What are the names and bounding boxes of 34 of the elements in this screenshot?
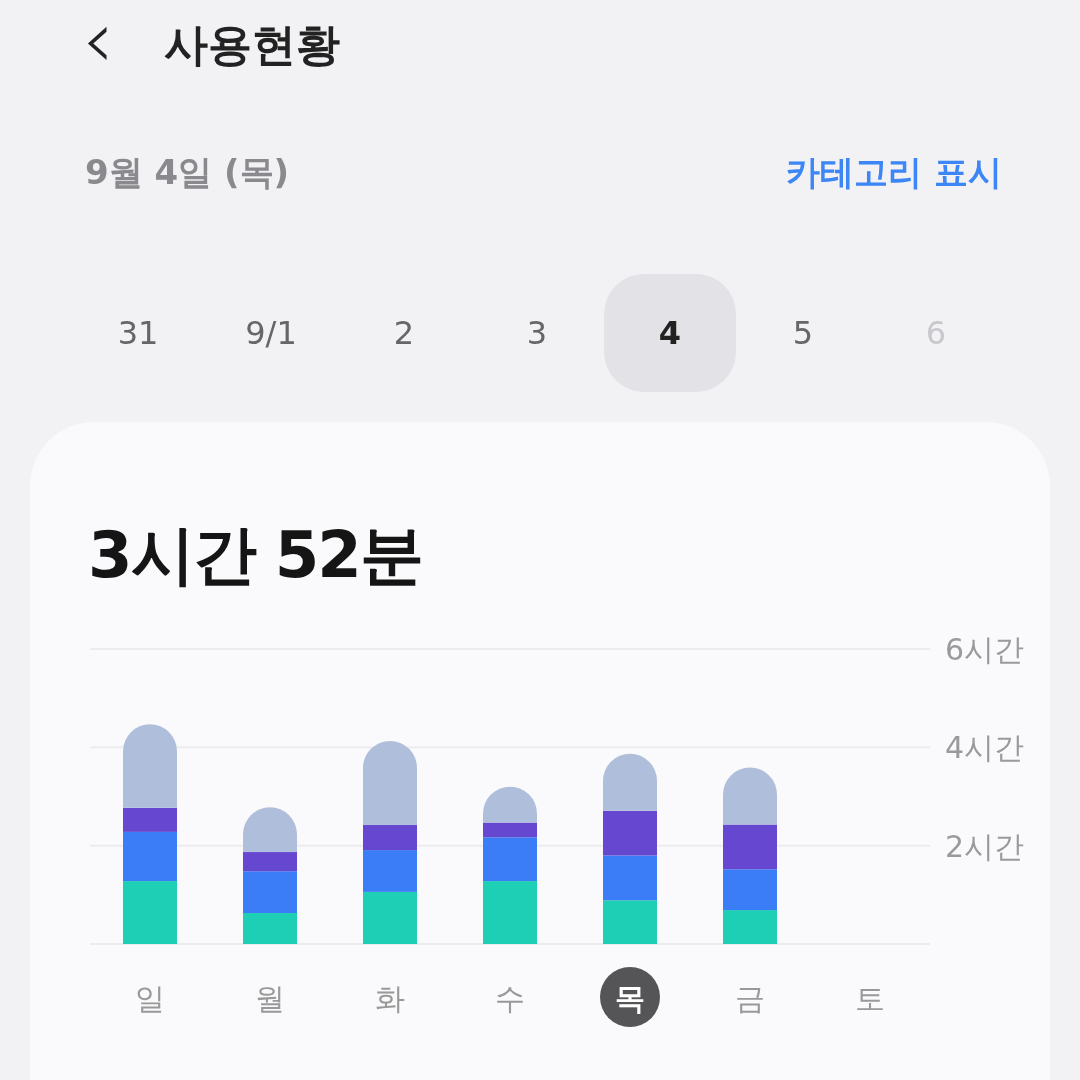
bar-segment [483,881,537,944]
x-axis-label[interactable]: 월 [255,981,285,1016]
bar-segment [723,767,777,825]
date-tab[interactable]: 31 [72,274,204,392]
date-tab[interactable]: 2 [338,274,470,392]
selected-date: 9월 4일 (목) [85,151,290,194]
x-axis-label[interactable]: 목 [615,981,645,1016]
date-tab[interactable]: 9/1 [205,274,337,392]
date-tab[interactable]: 5 [737,274,869,392]
total-usage-time: 3시간 52분 [87,517,422,594]
y-axis-label: 2시간 [945,828,1025,864]
x-axis-label[interactable]: 금 [735,981,765,1016]
x-axis-label[interactable]: 일 [135,981,165,1016]
x-axis-label[interactable]: 화 [375,981,405,1016]
bar-segment [243,913,297,944]
date-tab[interactable]: 3 [471,274,603,392]
y-axis-label: 6시간 [945,632,1025,667]
category-toggle-link[interactable]: 카테고리 표시 [786,150,1002,196]
selected-day-marker [600,967,660,1027]
y-axis-label: 4시간 [945,730,1025,766]
bar-segment [603,900,657,944]
bar-segment [723,910,777,944]
date-tab[interactable]: 4 [604,274,736,392]
x-axis-label[interactable]: 수 [495,981,525,1016]
x-axis-label[interactable]: 토 [855,981,885,1016]
page-title: 사용현황 [164,17,340,72]
bar-segment [723,869,777,911]
bar-segment [723,824,777,870]
bar-segment [603,753,657,811]
back-button[interactable]: ‹ [82,0,114,80]
bar-segment [603,855,657,901]
bar-segment [123,881,177,944]
bar-segment [603,810,657,856]
bar-segment [363,891,417,944]
